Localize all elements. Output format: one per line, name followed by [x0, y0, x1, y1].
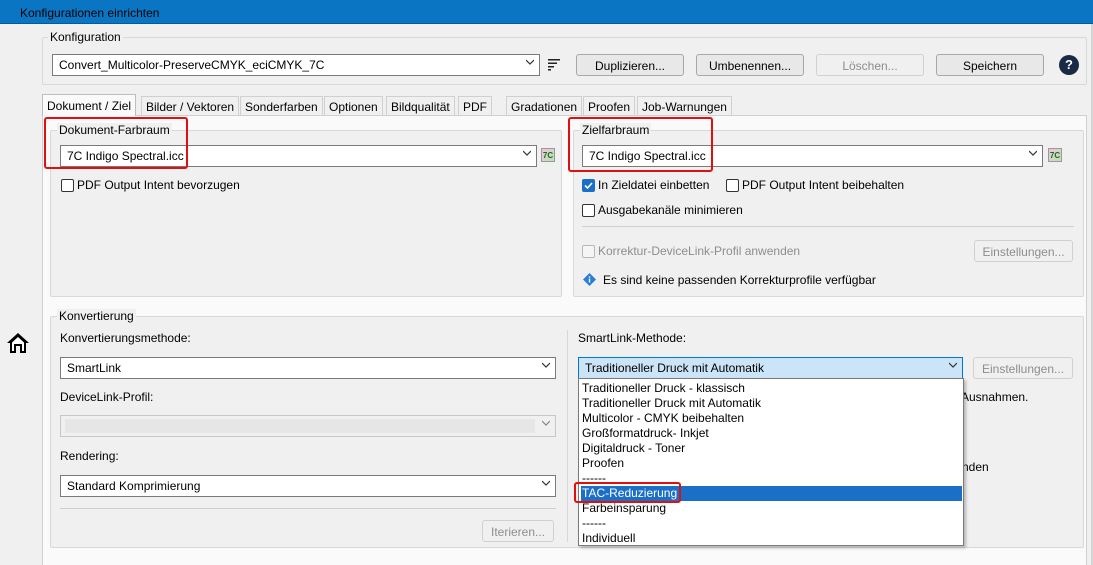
rename-button[interactable]: Umbenennen... — [696, 54, 804, 76]
dropdown-option[interactable]: Proofen — [581, 456, 962, 471]
chevron-down-icon — [542, 480, 550, 486]
method-label: Konvertierungsmethode: — [60, 331, 191, 345]
tab-bilder-vektoren[interactable]: Bilder / Vektoren — [141, 96, 240, 115]
embed-label: In Zieldatei einbetten — [598, 178, 710, 192]
tab-job-warnungen[interactable]: Job-Warnungen — [637, 96, 732, 115]
dropdown-option[interactable]: Traditioneller Druck - klassisch — [581, 381, 962, 396]
dropdown-option[interactable]: Multicolor - CMYK beibehalten — [581, 411, 962, 426]
dropdown-option[interactable]: Traditioneller Druck mit Automatik — [581, 396, 962, 411]
method-select[interactable]: SmartLink — [60, 357, 556, 379]
devicelink-select[interactable] — [60, 415, 556, 437]
devicelink-field-fill — [65, 419, 535, 433]
tab-proofen[interactable]: Proofen — [583, 96, 636, 115]
chevron-down-icon — [526, 59, 534, 65]
dropdown-option[interactable]: Individuell — [581, 531, 962, 546]
profile-badge-icon[interactable]: 7C — [1048, 148, 1062, 162]
keep-intent-label: PDF Output Intent beibehalten — [742, 178, 905, 192]
tab-dokument-ziel[interactable]: Dokument / Ziel — [42, 94, 137, 116]
window-title-bar: Konfigurationen einrichten — [0, 0, 1093, 24]
smartlink-dropdown-list[interactable]: Traditioneller Druck - klassisch Traditi… — [578, 378, 964, 546]
obscured-text-2: nden — [962, 460, 989, 474]
chevron-down-icon — [542, 420, 550, 426]
pdf-intent-checkbox[interactable] — [61, 179, 74, 192]
correction-settings-button[interactable]: Einstellungen... — [974, 240, 1073, 262]
correction-checkbox[interactable] — [582, 245, 595, 258]
konfiguration-select[interactable]: Convert_Multicolor-PreserveCMYK_eciCMYK_… — [52, 54, 540, 76]
correction-label: Korrektur-DeviceLink-Profil anwenden — [598, 244, 801, 258]
chevron-down-icon — [542, 362, 550, 368]
konfiguration-label: Konfiguration — [48, 30, 123, 44]
minimize-channels-checkbox[interactable] — [582, 204, 595, 217]
chevron-down-icon — [523, 150, 531, 156]
checkmark-icon — [584, 182, 593, 190]
chevron-down-icon — [1029, 150, 1037, 156]
help-icon[interactable]: ? — [1059, 55, 1079, 75]
obscured-text-1: Ausnahmen. — [961, 390, 1029, 404]
embed-checkbox[interactable] — [582, 179, 595, 192]
save-button[interactable]: Speichern — [936, 54, 1044, 76]
tab-pdf[interactable]: PDF — [458, 96, 492, 115]
rendering-label: Rendering: — [60, 449, 119, 463]
smartlink-value: Traditioneller Druck mit Automatik — [585, 361, 764, 375]
smartlink-label: SmartLink-Methode: — [578, 331, 687, 345]
tab-optionen[interactable]: Optionen — [324, 96, 383, 115]
keep-intent-checkbox[interactable] — [726, 179, 739, 192]
column-divider — [567, 330, 568, 542]
dropdown-option[interactable]: Großformatdruck- Inkjet — [581, 426, 962, 441]
devicelink-label: DeviceLink-Profil: — [60, 390, 154, 404]
smartlink-select[interactable]: Traditioneller Druck mit Automatik — [578, 357, 963, 379]
tab-bildqualitaet[interactable]: Bildqualität — [386, 96, 455, 115]
rendering-select[interactable]: Standard Komprimierung — [60, 475, 556, 497]
divider — [582, 226, 1074, 227]
dropdown-option[interactable]: Farbeinsparung — [581, 501, 962, 516]
smartlink-settings-button[interactable]: Einstellungen... — [973, 357, 1073, 379]
minimize-channels-label: Ausgabekanäle minimieren — [598, 203, 743, 217]
divider — [60, 508, 556, 509]
dropdown-separator: ------ — [582, 516, 606, 530]
delete-button[interactable]: Löschen... — [816, 54, 924, 76]
tab-sonderfarben[interactable]: Sonderfarben — [240, 96, 323, 115]
sort-list-icon[interactable] — [547, 57, 561, 71]
iterate-button[interactable]: Iterieren... — [482, 520, 554, 542]
window-title: Konfigurationen einrichten — [20, 6, 160, 20]
highlight-box-tac — [574, 482, 681, 503]
highlight-box-dokument — [44, 117, 188, 169]
pdf-intent-label: PDF Output Intent bevorzugen — [77, 178, 240, 192]
konvertierung-label: Konvertierung — [57, 309, 136, 323]
method-value: SmartLink — [67, 361, 122, 375]
chevron-down-icon — [949, 362, 957, 368]
home-icon[interactable] — [5, 330, 31, 356]
konfiguration-value: Convert_Multicolor-PreserveCMYK_eciCMYK_… — [59, 58, 325, 72]
rendering-value: Standard Komprimierung — [67, 479, 201, 493]
highlight-box-ziel — [568, 117, 713, 172]
info-diamond-icon — [583, 273, 596, 286]
info-text: Es sind keine passenden Korrekturprofile… — [603, 273, 876, 287]
dropdown-option[interactable]: Digitaldruck - Toner — [581, 441, 962, 456]
duplicate-button[interactable]: Duplizieren... — [576, 54, 684, 76]
tab-gradationen[interactable]: Gradationen — [506, 96, 583, 115]
profile-badge-icon[interactable]: 7C — [541, 148, 555, 162]
